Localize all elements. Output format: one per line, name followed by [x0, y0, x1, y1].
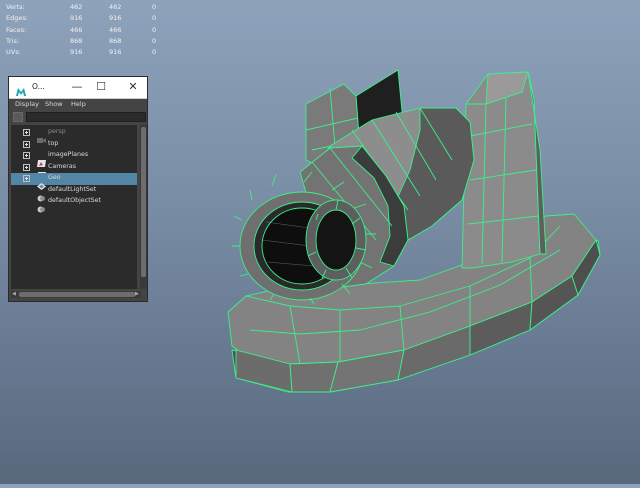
tree-item-geo[interactable]: Geo	[11, 173, 137, 190]
close-button[interactable]: ✕	[125, 80, 141, 94]
tree-item-defaultlightset[interactable]: defaultLightSet	[11, 185, 137, 201]
hud-label: Tris:	[6, 36, 20, 45]
hud-row-faces: Faces: 466 466 0	[6, 25, 166, 36]
tree-item-persp[interactable]: persp	[11, 127, 137, 143]
tree-item-cameras[interactable]: Cameras	[11, 162, 137, 179]
minimize-button[interactable]: —	[69, 80, 85, 94]
camera-icon	[37, 129, 46, 143]
scroll-right-icon[interactable]: ▶	[135, 291, 139, 297]
outliner-menubar: Display Show Help	[9, 99, 147, 111]
horizontal-scrollbar[interactable]: ◀ ▶	[11, 291, 141, 298]
hud-row-uvs: UVs: 916 916 0	[6, 47, 166, 58]
search-input[interactable]	[26, 112, 146, 122]
expand-icon[interactable]	[23, 152, 30, 159]
tree-item-label: defaultObjectSet	[48, 197, 102, 204]
hud-label: Faces:	[6, 25, 27, 34]
hud-value: 0	[152, 25, 157, 34]
outliner-titlebar[interactable]: O... — ☐ ✕	[9, 77, 147, 99]
tree-item-label: top	[48, 139, 59, 147]
hud-label: Edges:	[6, 14, 28, 23]
hud-value: 916	[109, 48, 122, 57]
vertical-scrollbar[interactable]	[140, 125, 147, 289]
hud-row-verts: Verts: 462 462 0	[6, 2, 166, 13]
tree-item-label: persp	[48, 128, 66, 135]
hud-label: Verts:	[6, 3, 25, 11]
hud-value: 0	[152, 14, 157, 23]
tree-item-top[interactable]: top	[11, 139, 137, 155]
hud-value: 916	[70, 14, 83, 23]
hud-value: 0	[152, 3, 157, 11]
filter-icon[interactable]	[13, 112, 23, 122]
scrollbar-thumb[interactable]	[141, 127, 146, 277]
hud-value: 868	[109, 36, 122, 45]
tree-item-defaultobjectset[interactable]: defaultObjectSet	[11, 196, 137, 213]
outliner-title: O...	[32, 82, 45, 91]
hud-value: 462	[70, 3, 83, 11]
tree-item-imageplanes[interactable]: imagePlanes	[11, 150, 137, 167]
camera-icon	[37, 141, 46, 155]
maximize-button[interactable]: ☐	[93, 80, 109, 94]
tree-item-label: defaultLightSet	[48, 185, 97, 193]
hud-value: 0	[152, 36, 157, 45]
poly-count-hud: Verts: 462 462 0 Edges: 916 916 0 Faces:…	[6, 2, 166, 58]
maya-app-icon	[16, 82, 26, 96]
hud-value: 868	[70, 36, 83, 45]
image-plane-icon	[37, 164, 46, 179]
hud-value: 0	[152, 48, 157, 57]
menu-display[interactable]: Display	[15, 100, 39, 108]
hud-row-tris: Tris: 868 868 0	[6, 36, 166, 47]
expand-icon[interactable]	[23, 163, 30, 171]
hud-value: 916	[109, 14, 122, 23]
group-icon	[37, 175, 46, 190]
menu-help[interactable]: Help	[71, 100, 86, 108]
hud-row-edges: Edges: 916 916 0	[6, 13, 166, 24]
scrollbar-thumb[interactable]	[19, 292, 135, 297]
outliner-tree[interactable]: persp top imagePlanes Cameras Geo defaul…	[11, 125, 137, 289]
outliner-window[interactable]: O... — ☐ ✕ Display Show Help persp top i…	[8, 76, 148, 302]
hud-value: 466	[70, 25, 83, 34]
hud-value: 466	[109, 25, 122, 34]
set-icon	[37, 198, 46, 213]
tree-item-label: Geo	[48, 174, 61, 181]
image-plane-icon	[37, 152, 46, 167]
outliner-toolbar	[9, 111, 147, 124]
tree-item-label: Cameras	[48, 162, 76, 170]
expand-icon[interactable]	[23, 140, 30, 148]
hud-value: 916	[70, 48, 83, 57]
expand-icon[interactable]	[23, 129, 30, 136]
tree-item-label: imagePlanes	[48, 151, 89, 158]
hud-value: 462	[109, 3, 122, 11]
menu-show[interactable]: Show	[45, 100, 63, 108]
expand-icon[interactable]	[23, 175, 30, 182]
set-icon	[37, 187, 46, 201]
hud-label: UVs:	[6, 48, 21, 57]
scroll-left-icon[interactable]: ◀	[12, 291, 16, 297]
